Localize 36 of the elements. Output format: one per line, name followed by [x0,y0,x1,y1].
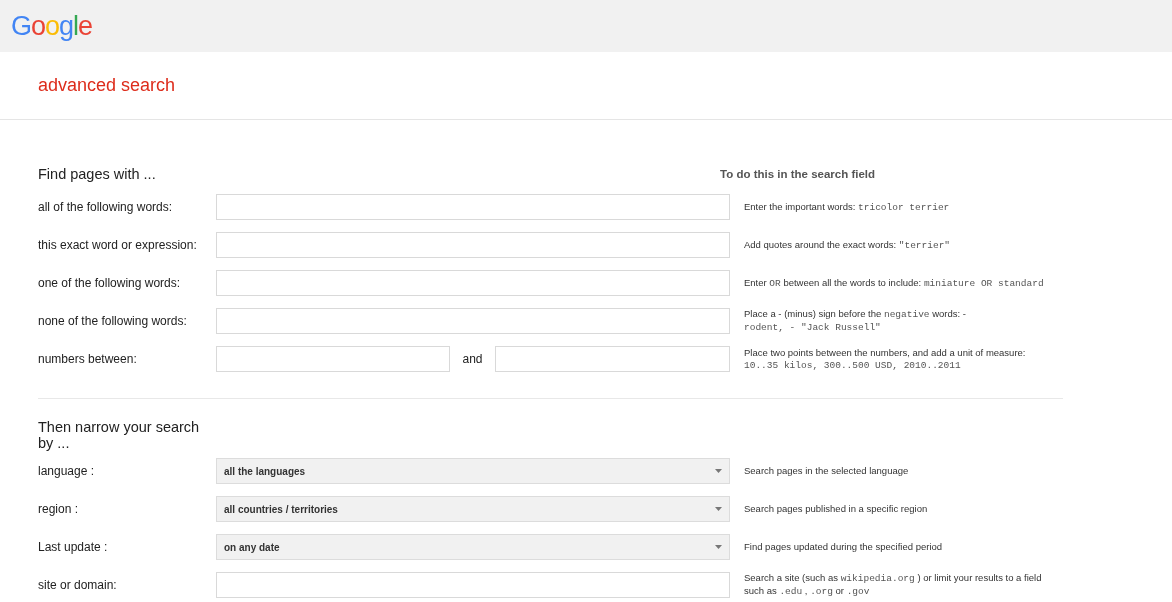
page-title: advanced search [38,75,176,96]
field-label: all of the following words: [38,200,174,214]
field-label: one of the following words: [38,276,182,290]
field-label: region : [38,502,80,516]
section-heading: Then narrow your search by ... [38,419,201,451]
dropdown[interactable]: on any date [216,534,730,560]
hint-text: Place a - (minus) sign before the negative words: - rodent, - "Jack Russell" [744,308,967,334]
caret-icon [715,507,722,511]
dropdown[interactable]: all countries / territories [216,496,730,522]
hint-text: Search pages in the selected language [744,465,910,477]
field-label: language : [38,464,96,478]
hint-text: Place two points between the numbers, and add a unit of measure: 10..35 kilos, 300..500 USD, 2010..2011 [744,346,1027,372]
hint-text: Enter the important words: tricolor terrier [744,200,951,214]
field-label: Last update : [38,540,109,554]
text-input[interactable] [216,572,730,598]
text-input[interactable] [216,232,730,258]
text-input[interactable] [216,194,730,220]
hint-text: Enter OR between all the words to include: miniature OR standard [744,276,1045,290]
dropdown[interactable]: all the languages [216,458,730,484]
field-label: numbers between: [38,352,138,366]
caret-icon [715,469,722,473]
hint-text: Find pages updated during the specified period [744,541,944,553]
hint-text: Search pages published in a specific region [744,503,929,515]
field-label: site or domain: [38,578,118,592]
hint-text: Search a site (such as wikipedia.org ) or limit your results to a field such as .edu , .org or .gov [744,572,1043,598]
text-input[interactable] [216,308,730,334]
column-heading: To do this in the search field [720,168,876,182]
text-input[interactable] [216,346,450,372]
field-label: none of the following words: [38,314,188,328]
field-label: this exact word or expression: [38,238,198,252]
section-heading: Find pages with ... [38,166,157,182]
and-label: and [461,352,484,366]
text-input[interactable] [216,270,730,296]
hint-text: Add quotes around the exact words: "terrier" [744,238,952,252]
caret-icon [715,545,722,549]
text-input[interactable] [495,346,730,372]
